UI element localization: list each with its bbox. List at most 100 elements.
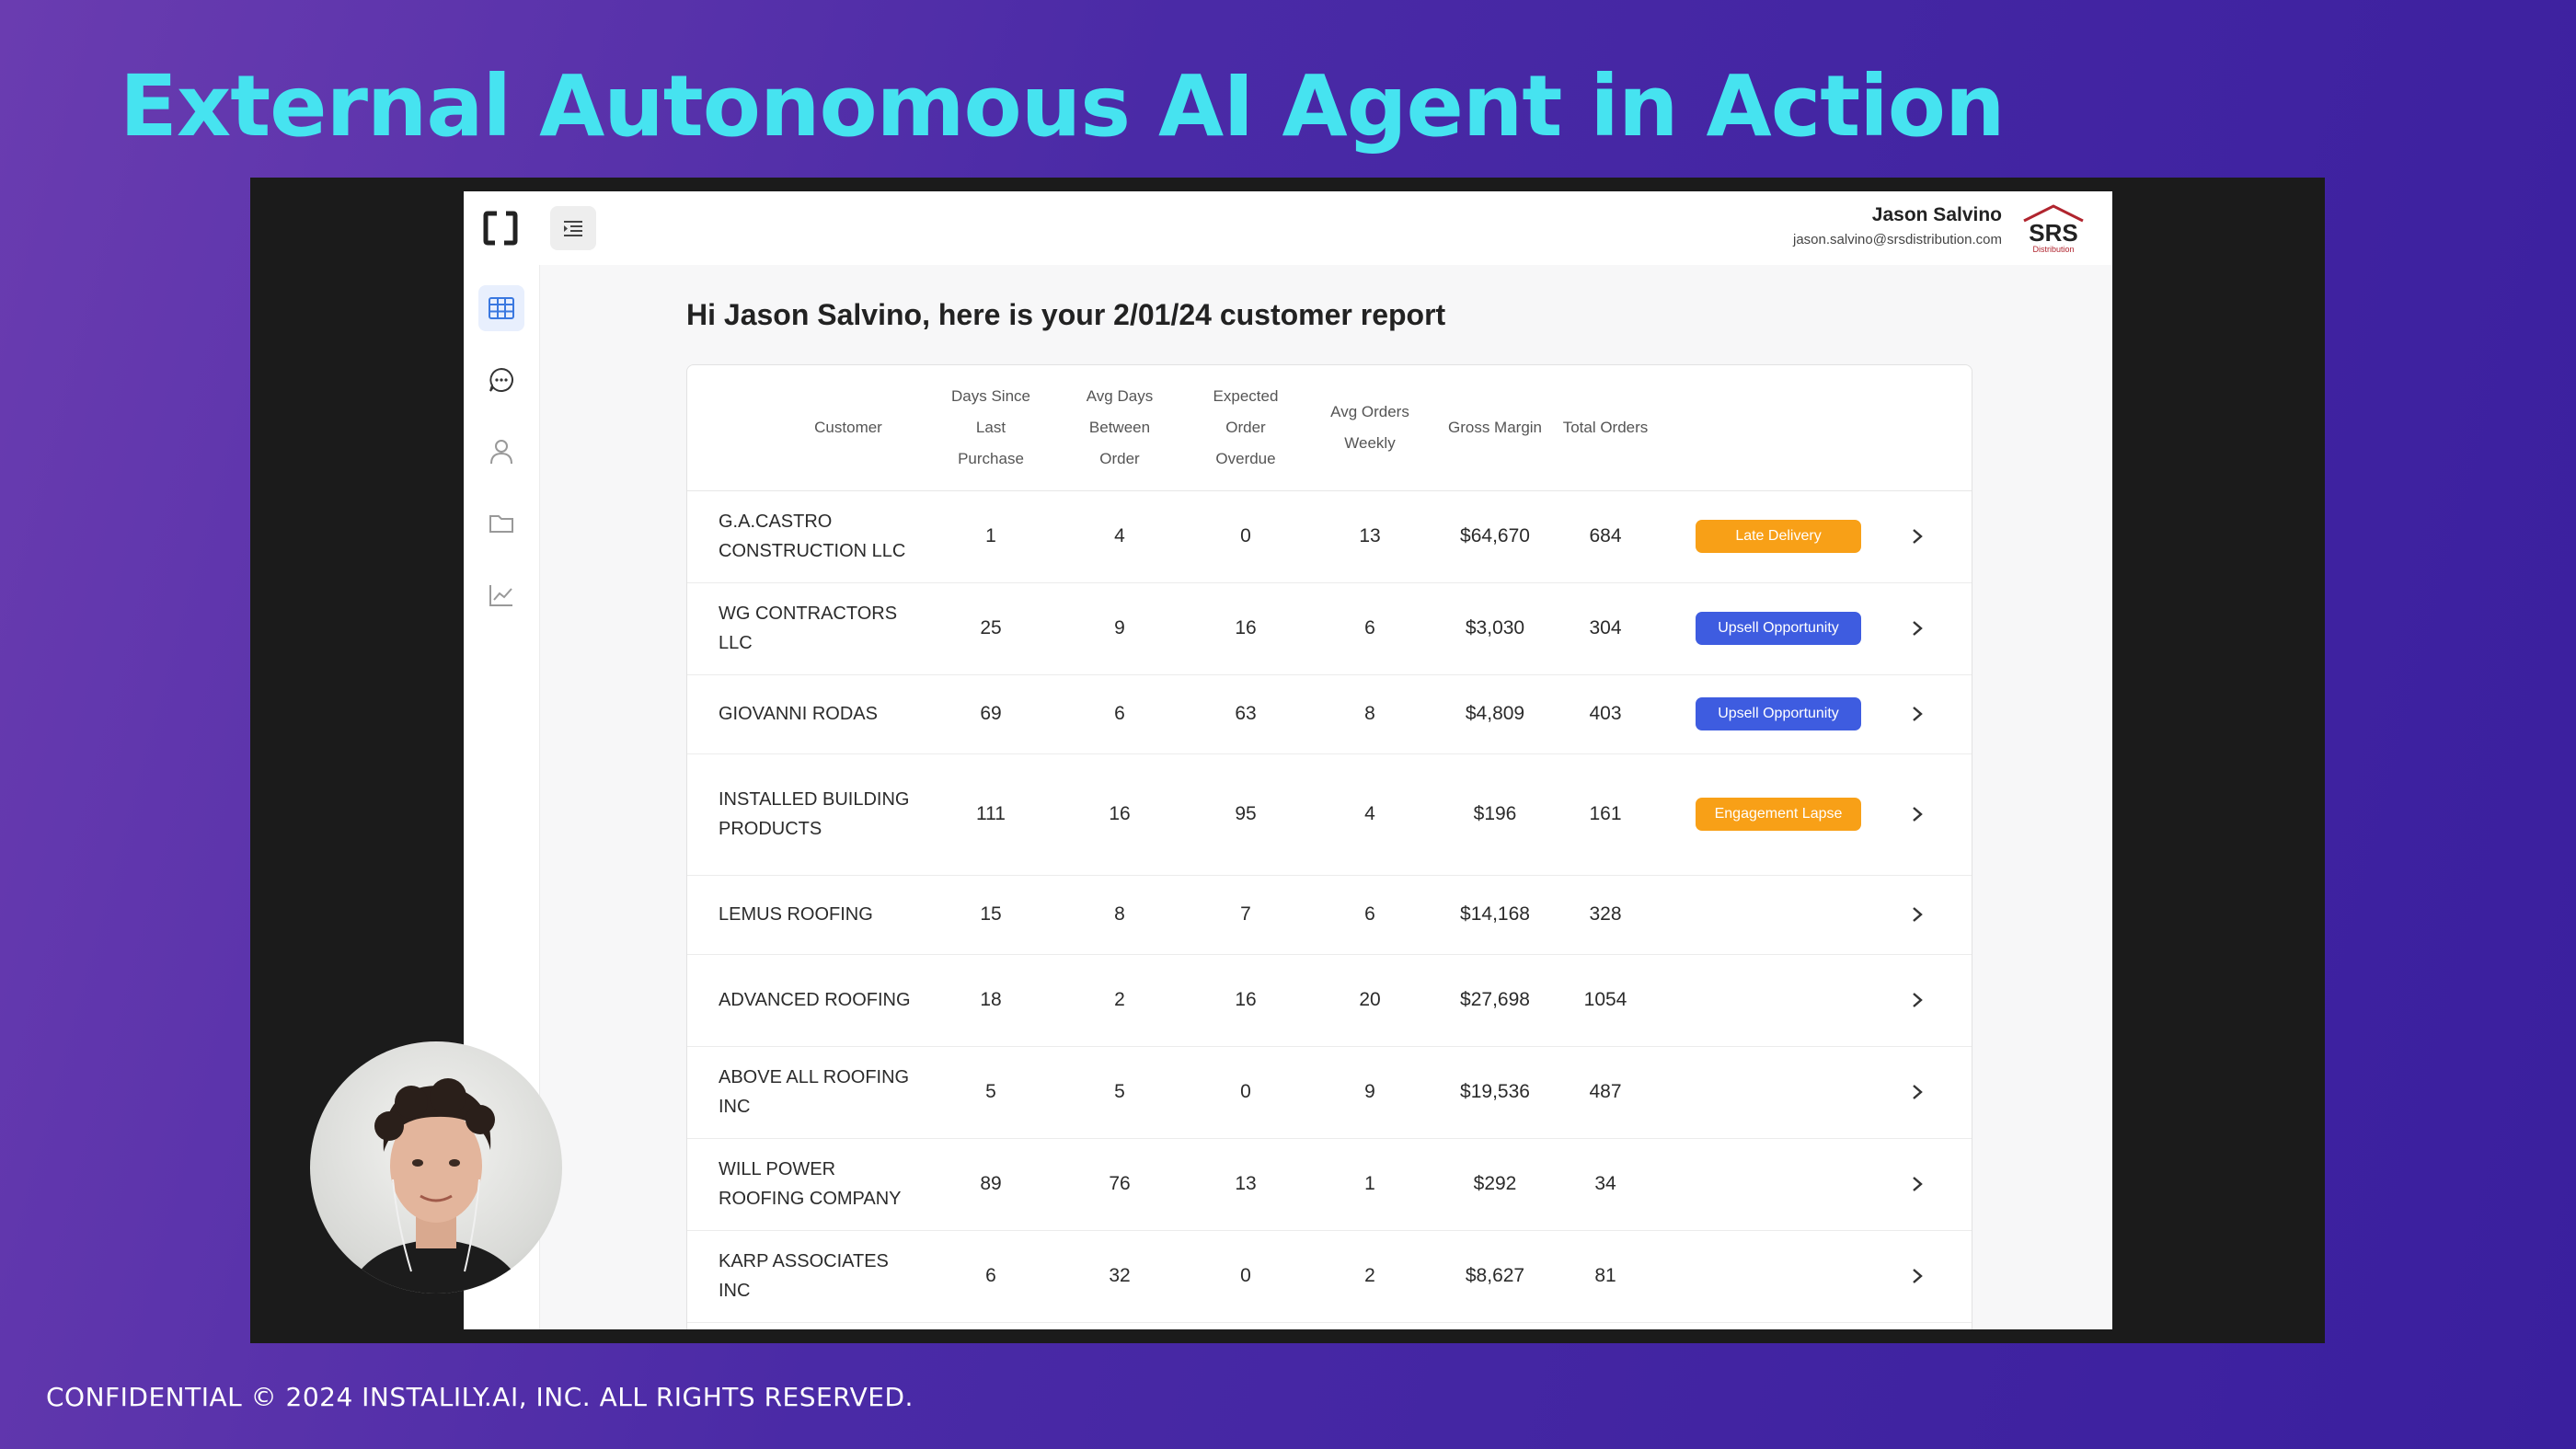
days-since-cell: 1	[985, 525, 996, 546]
total-orders-cell: 304	[1589, 617, 1622, 638]
table-row[interactable]: INSTALLED BUILDING PRODUCTS 111 16 95 4 $196 1…	[687, 753, 1972, 876]
table-row[interactable]: LEMUS ROOFING 15 8 7 6 $14,168 328	[687, 875, 1972, 955]
column-header-gross-margin[interactable]: Gross Margin	[1431, 365, 1559, 490]
avg-weekly-cell: 2	[1364, 1265, 1375, 1286]
status-badge[interactable]: Late Delivery	[1696, 520, 1861, 553]
table-row[interactable]: G.A.CASTRO CONSTRUCTION LLC 1 4 0 13 $64,670 6…	[687, 490, 1972, 583]
user-name: Jason Salvino	[1871, 204, 2002, 225]
row-expand-button[interactable]	[1903, 523, 1931, 550]
chevron-right-icon	[1913, 707, 1923, 721]
total-orders-cell: 487	[1589, 1081, 1622, 1102]
column-header-days-since[interactable]: Days Since Last Purchase	[945, 365, 1037, 490]
menu-toggle-button[interactable]	[550, 206, 596, 250]
gross-margin-cell: $4,809	[1465, 703, 1525, 724]
customer-name-cell: WG CONTRACTORS LLC	[719, 604, 898, 653]
avg-weekly-cell: 9	[1364, 1081, 1375, 1102]
overdue-cell: 0	[1240, 1081, 1251, 1102]
avg-weekly-cell: 8	[1364, 703, 1375, 724]
table-row[interactable]: WILL POWER ROOFING COMPANY 89 76 13 1 $292 34	[687, 1138, 1972, 1231]
app-logo-icon[interactable]	[480, 208, 521, 248]
user-email: jason.salvino@srsdistribution.com	[1793, 232, 2002, 247]
sidebar-item-analytics[interactable]	[478, 572, 524, 618]
avg-weekly-cell: 1	[1364, 1173, 1375, 1194]
chevron-right-icon	[1913, 907, 1923, 922]
avg-days-cell: 76	[1109, 1173, 1131, 1194]
overdue-cell: 63	[1235, 703, 1257, 724]
table-row[interactable]: WG CONTRACTORS LLC 25 9 16 6 $3,030 304 Upsell …	[687, 582, 1972, 675]
avg-days-cell: 9	[1114, 617, 1125, 638]
table-row[interactable]: KARP ASSOCIATES INC 6 32 0 2 $8,627 81	[687, 1230, 1972, 1323]
customer-name-cell: ABOVE ALL ROOFING INC	[719, 1067, 910, 1117]
avg-weekly-cell: 6	[1364, 617, 1375, 638]
table-row[interactable]: GIOVANNI RODAS 69 6 63 8 $4,809 403 Upsell Oppo…	[687, 674, 1972, 754]
avg-days-cell: 32	[1109, 1265, 1131, 1286]
row-expand-button[interactable]	[1903, 700, 1931, 728]
customer-name-cell: WILL POWER ROOFING COMPANY	[719, 1159, 902, 1209]
avg-days-cell: 5	[1114, 1081, 1125, 1102]
table-row[interactable]: ABOVE ALL ROOFING INC 5 5 0 9 $19,536 487	[687, 1046, 1972, 1139]
row-expand-button[interactable]	[1903, 1170, 1931, 1198]
total-orders-cell: 81	[1594, 1265, 1616, 1286]
column-header-overdue[interactable]: Expected Order Overdue	[1200, 365, 1292, 490]
customer-name-cell: G.A.CASTRO CONSTRUCTION LLC	[719, 512, 906, 561]
sidebar-item-chat[interactable]	[478, 357, 524, 403]
table-header: Customer Days Since Last Purchase Avg Da…	[687, 365, 1972, 491]
days-since-cell: 69	[980, 703, 1002, 724]
chevron-right-icon	[1913, 621, 1923, 636]
table-row[interactable]: ADVANCED ROOFING 18 2 16 20 $27,698 1054	[687, 954, 1972, 1047]
column-header-avg-weekly[interactable]: Avg Orders Weekly	[1324, 365, 1416, 490]
overdue-cell: 95	[1235, 803, 1257, 824]
total-orders-cell: 1054	[1583, 989, 1627, 1010]
row-expand-button[interactable]	[1903, 986, 1931, 1014]
gross-margin-cell: $14,168	[1460, 903, 1530, 925]
overdue-cell: 13	[1235, 1173, 1257, 1194]
gross-margin-cell: $64,670	[1460, 525, 1530, 546]
customer-name-cell: LEMUS ROOFING	[719, 904, 873, 925]
row-expand-button[interactable]	[1903, 615, 1931, 642]
srs-distribution-logo: SRS Distribution	[2023, 204, 2084, 254]
chevron-right-icon	[1913, 1269, 1923, 1283]
avg-days-cell: 2	[1114, 989, 1125, 1010]
customer-report-table: Customer Days Since Last Purchase Avg Da…	[686, 364, 1972, 1329]
user-icon	[490, 440, 512, 465]
row-expand-button[interactable]	[1903, 1078, 1931, 1106]
status-badge[interactable]: Upsell Opportunity	[1696, 612, 1861, 645]
sidebar-item-files[interactable]	[478, 500, 524, 546]
gross-margin-cell: $3,030	[1465, 617, 1525, 638]
days-since-cell: 5	[985, 1081, 996, 1102]
row-expand-button[interactable]	[1903, 800, 1931, 828]
page-title: Hi Jason Salvino, here is your 2/01/24 c…	[686, 298, 1446, 331]
chevron-right-icon	[1913, 1177, 1923, 1191]
status-badge[interactable]: Upsell Opportunity	[1696, 697, 1861, 730]
avg-days-cell: 16	[1109, 803, 1131, 824]
gross-margin-cell: $196	[1473, 803, 1517, 824]
folder-icon	[489, 515, 513, 533]
total-orders-cell: 328	[1589, 903, 1622, 925]
column-header-customer[interactable]: Customer	[761, 365, 936, 490]
avg-days-cell: 6	[1114, 703, 1125, 724]
menu-indent-icon	[564, 221, 582, 236]
avg-weekly-cell: 4	[1364, 803, 1375, 824]
sidebar-item-table[interactable]	[478, 285, 524, 331]
svg-text:SRS: SRS	[2029, 219, 2077, 247]
column-header-avg-days[interactable]: Avg Days Between Order	[1074, 365, 1166, 490]
column-header-total-orders[interactable]: Total Orders	[1559, 365, 1651, 490]
row-expand-button[interactable]	[1903, 1262, 1931, 1290]
overdue-cell: 16	[1235, 989, 1257, 1010]
presenter-webcam	[310, 1041, 562, 1294]
overdue-cell: 7	[1240, 903, 1251, 925]
status-badge[interactable]: Engagement Lapse	[1696, 798, 1861, 831]
chevron-right-icon	[1913, 807, 1923, 822]
svg-text:Distribution: Distribution	[2032, 245, 2074, 254]
chevron-right-icon	[1913, 529, 1923, 544]
sidebar-item-users[interactable]	[478, 429, 524, 475]
row-expand-button[interactable]	[1903, 901, 1931, 928]
total-orders-cell: 161	[1589, 803, 1622, 824]
customer-name-cell: INSTALLED BUILDING PRODUCTS	[719, 789, 910, 839]
overdue-cell: 0	[1240, 525, 1251, 546]
total-orders-cell: 34	[1594, 1173, 1616, 1194]
table-icon	[489, 297, 514, 319]
avg-days-cell: 4	[1114, 525, 1125, 546]
overdue-cell: 16	[1235, 617, 1257, 638]
total-orders-cell: 403	[1589, 703, 1622, 724]
